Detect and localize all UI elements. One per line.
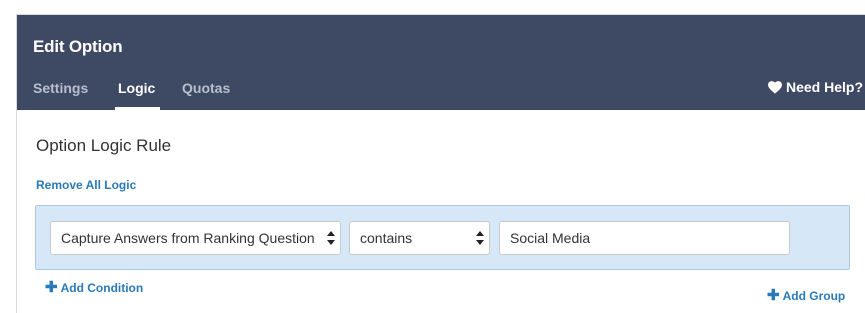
tab-logic[interactable]: Logic (118, 80, 155, 96)
heart-icon (767, 80, 782, 94)
select-caret-icon (327, 231, 335, 245)
add-group-link[interactable]: ✚ Add Group (767, 287, 846, 304)
condition-value-text: Social Media (510, 230, 591, 246)
question-select[interactable]: Capture Answers from Ranking Question (50, 221, 341, 255)
condition-value-input[interactable]: Social Media (499, 221, 790, 255)
add-condition-link[interactable]: ✚ Add Condition (45, 279, 144, 296)
operator-select-value: contains (360, 230, 413, 246)
select-caret-icon (476, 231, 484, 245)
dialog-title: Edit Option (33, 37, 123, 56)
section-title: Option Logic Rule (36, 136, 172, 155)
need-help-link[interactable]: Need Help? (767, 79, 863, 95)
plus-icon: ✚ (45, 279, 58, 296)
need-help-label: Need Help? (785, 79, 863, 95)
logic-condition-group: Capture Answers from Ranking Question co… (35, 205, 850, 270)
tab-quotas[interactable]: Quotas (182, 80, 230, 96)
remove-all-logic-link[interactable]: Remove All Logic (36, 178, 136, 192)
active-tab-indicator (115, 107, 160, 110)
question-select-value: Capture Answers from Ranking Question (61, 230, 315, 246)
dialog-header: Edit Option Settings Logic Quotas Need H… (17, 15, 865, 110)
add-condition-label: Add Condition (60, 281, 144, 295)
tab-settings[interactable]: Settings (33, 80, 88, 96)
operator-select[interactable]: contains (349, 221, 490, 255)
add-group-label: Add Group (782, 289, 846, 303)
plus-icon: ✚ (767, 287, 780, 304)
